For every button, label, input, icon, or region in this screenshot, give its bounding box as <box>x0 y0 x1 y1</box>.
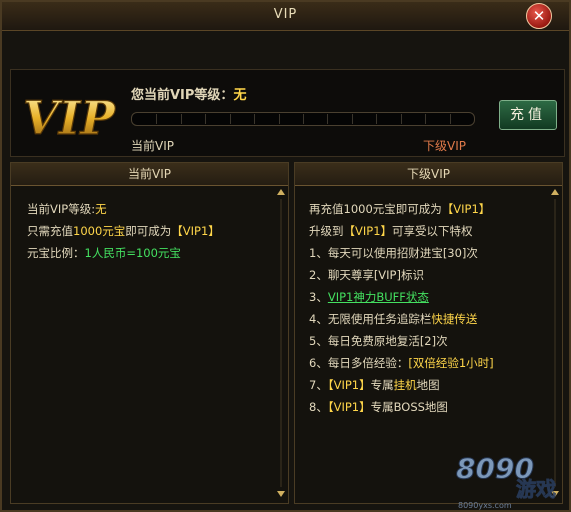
vip-logo: VIP <box>22 92 116 140</box>
scroll-up-icon[interactable] <box>277 189 285 195</box>
current-level: 您当前VIP等级：无 <box>131 84 246 103</box>
scroll-up-icon[interactable] <box>551 189 559 195</box>
svg-text:游戏: 游戏 <box>516 477 556 501</box>
next-vip-panel-title: 下级VIP <box>295 163 562 186</box>
scroll-down-icon[interactable] <box>277 491 285 497</box>
privilege-item-2: 2、聊天尊享[VIP]标识 <box>309 268 424 282</box>
svg-text:8090yxs.com: 8090yxs.com <box>458 501 512 510</box>
privilege-item-6: 6、每日多倍经验：[双倍经验1小时] <box>309 356 494 370</box>
progress-tick <box>180 114 182 124</box>
recharge-requirement-line: 只需充值1000元宝即可成为【VIP1】 <box>27 224 220 238</box>
progress-tick <box>425 114 427 124</box>
progress-tick <box>327 114 329 124</box>
vip-status-area: VIP 您当前VIP等级：无 充值 当前VIP 下级VIP <box>10 69 565 157</box>
progress-tick <box>254 114 256 124</box>
progress-tick <box>376 114 378 124</box>
privilege-line-1: 再充值1000元宝即可成为【VIP1】 <box>309 202 491 216</box>
progress-tick <box>205 114 207 124</box>
progress-tick <box>229 114 231 124</box>
svg-text:VIP: VIP <box>23 92 116 140</box>
window-title: VIP <box>273 7 298 22</box>
level-value: 无 <box>233 88 247 103</box>
progress-tick <box>351 114 353 124</box>
level-label: 您当前VIP等级： <box>131 88 234 103</box>
privilege-item-4: 4、无限使用任务追踪栏快捷传送 <box>309 312 478 326</box>
current-vip-panel: 当前VIP 当前VIP等级:无 只需充值1000元宝即可成为【VIP1】 元宝比… <box>10 162 289 504</box>
close-button[interactable]: ✕ <box>526 3 552 29</box>
buff-link[interactable]: VIP1神力BUFF状态 <box>328 290 429 304</box>
left-scrollbar[interactable] <box>276 187 286 499</box>
exchange-ratio-line: 元宝比例：1人民币=100元宝 <box>27 246 181 260</box>
progress-tick <box>303 114 304 124</box>
recharge-button[interactable]: 充值 <box>499 100 557 130</box>
close-icon: ✕ <box>532 7 546 25</box>
privilege-line-2: 升级到【VIP1】可享受以下特权 <box>309 224 473 238</box>
progress-tick <box>156 114 158 124</box>
next-vip-label: 下级VIP <box>423 139 466 153</box>
vip-progress-bar <box>131 112 475 126</box>
privilege-item-1: 1、每天可以使用招财进宝[30]次 <box>309 246 478 260</box>
current-level-line: 当前VIP等级:无 <box>27 202 107 216</box>
vip-window: VIP ✕ VIP 您当前VIP等级：无 充值 当前VIP 下级VIP 当前VI… <box>0 0 571 512</box>
current-vip-label: 当前VIP <box>131 139 174 153</box>
privilege-item-8: 8、【VIP1】专属BOSS地图 <box>309 400 448 414</box>
current-vip-panel-title: 当前VIP <box>11 163 288 186</box>
title-bar: VIP ✕ <box>2 2 569 31</box>
progress-tick <box>400 114 402 124</box>
privilege-item-7: 7、【VIP1】专属挂机地图 <box>309 378 440 392</box>
site-watermark-logo: 8090 游戏 8090yxs.com <box>456 452 557 511</box>
progress-tick <box>449 114 451 124</box>
privilege-item-5: 5、每日免费原地复活[2]次 <box>309 334 448 348</box>
privilege-item-3: 3、VIP1神力BUFF状态 <box>309 290 429 304</box>
progress-tick <box>278 114 280 124</box>
